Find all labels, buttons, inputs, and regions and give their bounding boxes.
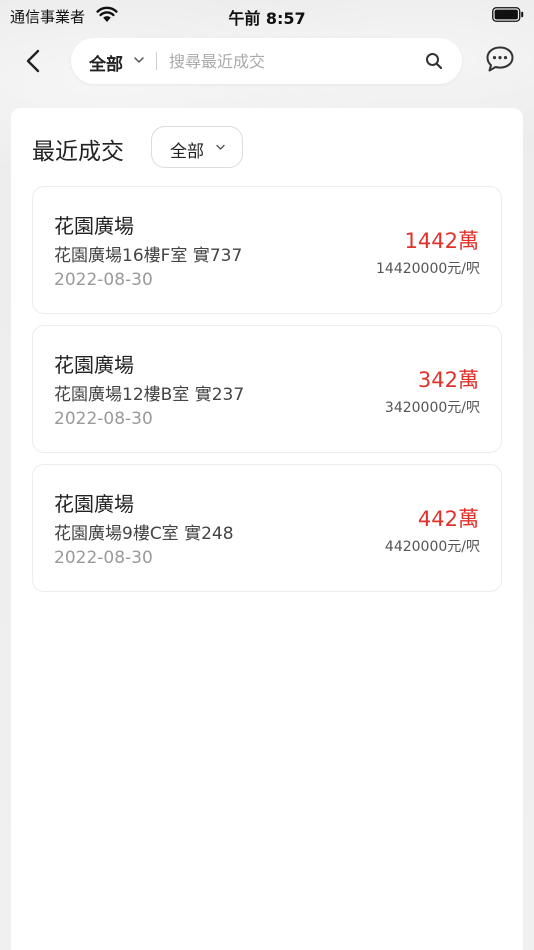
estate-name: 花園廣場 — [54, 492, 134, 516]
transaction-date: 2022-08-30 — [54, 548, 153, 568]
filter-dropdown[interactable]: 全部 — [151, 126, 243, 168]
unit-description: 花園廣場16樓F室 實737 — [54, 246, 243, 266]
transaction-card[interactable]: 花園廣場 花園廣場16樓F室 實737 2022-08-30 1442萬 144… — [32, 186, 502, 314]
estate-name: 花園廣場 — [54, 353, 134, 377]
search-scope-selector[interactable]: 全部 — [89, 50, 123, 75]
search-icon[interactable] — [425, 52, 443, 70]
chevron-down-icon — [216, 144, 225, 150]
estate-name: 花園廣場 — [54, 214, 134, 238]
price-per-sqft: 14420000元/呎 — [376, 261, 480, 277]
battery-icon — [492, 7, 524, 22]
transaction-price: 342萬 — [417, 368, 479, 392]
status-bar: 通信事業者 午前 8:57 — [0, 0, 534, 32]
unit-description: 花園廣場12樓B室 實237 — [54, 385, 245, 405]
transaction-price: 442萬 — [417, 507, 479, 531]
unit-description: 花園廣場9樓C室 實248 — [54, 524, 234, 544]
top-nav: 全部 — [0, 36, 534, 86]
transaction-card[interactable]: 花園廣場 花園廣場9樓C室 實248 2022-08-30 442萬 44200… — [32, 464, 502, 592]
price-per-sqft: 4420000元/呎 — [384, 539, 480, 555]
recent-transactions-panel: 最近成交 全部 花園廣場 花園廣場16樓F室 實737 2022-08-30 1… — [11, 108, 523, 950]
transaction-date: 2022-08-30 — [54, 270, 153, 290]
transaction-card[interactable]: 花園廣場 花園廣場12樓B室 實237 2022-08-30 342萬 3420… — [32, 325, 502, 453]
clock: 午前 8:57 — [228, 9, 306, 28]
transaction-price: 1442萬 — [404, 229, 479, 253]
chat-bubble-icon[interactable] — [485, 45, 515, 73]
transaction-date: 2022-08-30 — [54, 409, 153, 429]
page-title: 最近成交 — [32, 139, 124, 165]
chevron-down-icon[interactable] — [133, 55, 145, 65]
search-divider — [156, 52, 157, 70]
search-bar[interactable]: 全部 — [71, 38, 462, 84]
filter-label: 全部 — [170, 142, 204, 162]
price-per-sqft: 3420000元/呎 — [384, 400, 480, 416]
back-button[interactable] — [20, 47, 46, 75]
search-input[interactable] — [169, 48, 409, 74]
